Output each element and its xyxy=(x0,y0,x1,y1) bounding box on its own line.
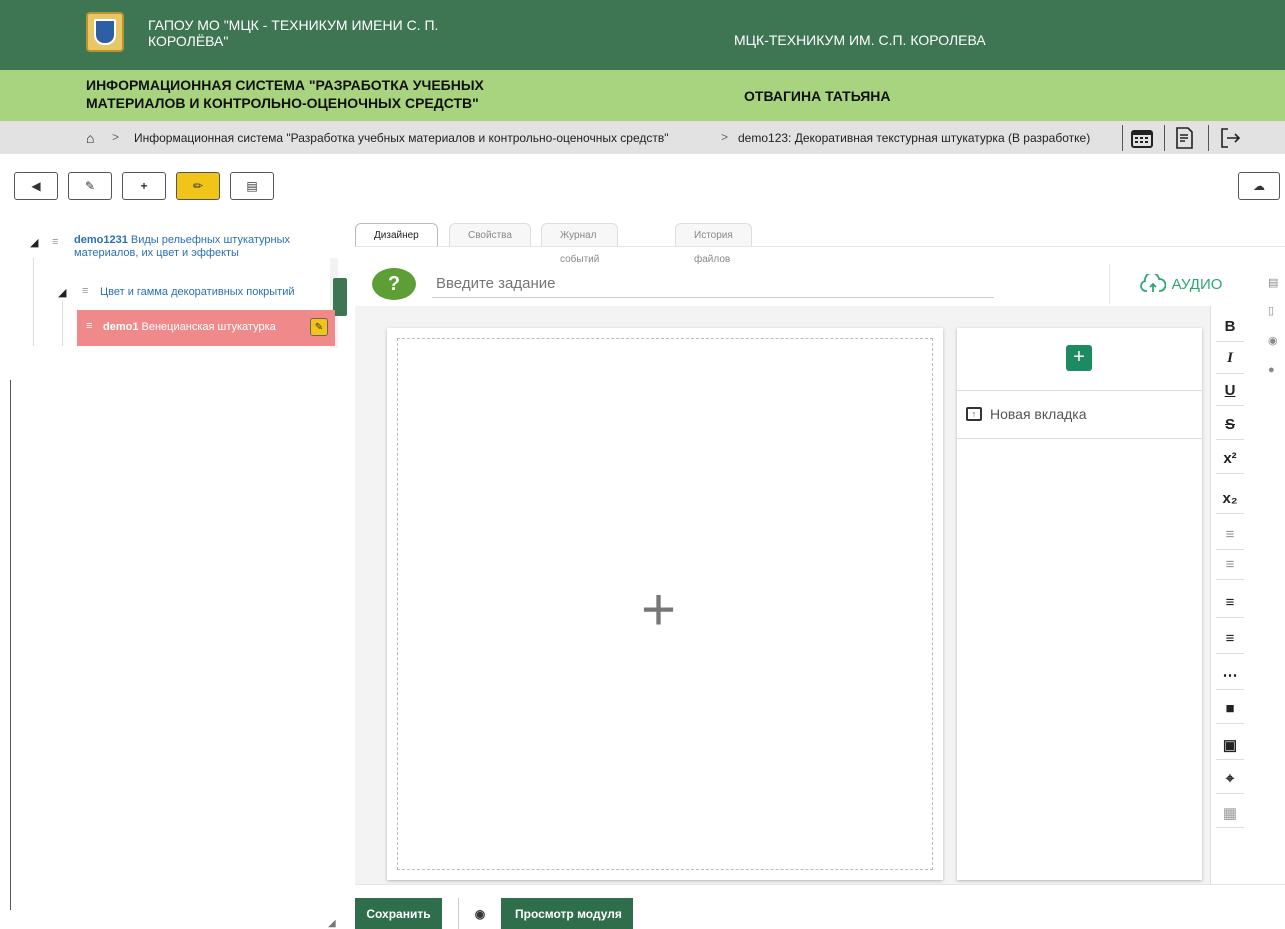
audio-upload-button[interactable]: АУДИО xyxy=(1109,264,1252,304)
question-icon: ? xyxy=(372,268,416,300)
back-button[interactable]: ◀ xyxy=(14,172,58,200)
back-icon: ◀ xyxy=(31,179,41,193)
image-icon: ▣ xyxy=(1222,736,1238,754)
logo xyxy=(86,12,124,52)
insert-table-button[interactable]: ▦ xyxy=(1216,798,1244,828)
resize-handle-icon[interactable]: ◢ xyxy=(328,918,336,929)
divider xyxy=(957,390,1202,391)
folder-icon[interactable]: ▯ xyxy=(1268,304,1274,317)
chevron-right-icon: > xyxy=(721,130,729,144)
divider xyxy=(1122,125,1123,151)
eye-icon[interactable]: ◉ xyxy=(1268,334,1278,347)
tab-event-log[interactable]: Журнал событий xyxy=(541,223,619,265)
tree-item-root[interactable]: demo1231 Виды рельефных штукатурных мате… xyxy=(74,234,314,260)
tab-upload-icon: ↑ xyxy=(966,407,982,421)
pencil-icon: ✎ xyxy=(314,321,324,333)
eye-icon: ◉ xyxy=(459,898,501,929)
panel-toggle[interactable] xyxy=(333,278,347,316)
comment-icon: ■ xyxy=(1225,700,1235,717)
crop-button[interactable]: ⌖ xyxy=(1216,764,1244,794)
add-content-icon[interactable]: + xyxy=(641,580,676,640)
pencil-icon: ✏ xyxy=(192,179,204,193)
divider xyxy=(355,246,1285,247)
org-short-name: МЦК-ТЕХНИКУМ ИМ. С.П. КОРОЛЕВА xyxy=(734,32,986,48)
edit-properties-button[interactable]: ✎ xyxy=(68,172,112,200)
crop-icon: ⌖ xyxy=(1225,770,1235,787)
edit-icon: ✎ xyxy=(84,179,96,193)
ellipsis-icon: ⋯ xyxy=(1222,666,1238,684)
tree-item-code: demo1 xyxy=(103,321,139,333)
table-icon: ▦ xyxy=(1222,804,1238,822)
align-center-button[interactable]: ≡ xyxy=(1216,550,1244,580)
task-input[interactable] xyxy=(432,270,994,298)
tab-file-history[interactable]: История файлов xyxy=(675,223,752,265)
drag-handle-icon[interactable]: ≡ xyxy=(86,320,92,332)
content-tab-item[interactable]: ↑ Новая вкладка xyxy=(966,406,1087,422)
edit-item-button[interactable]: ✎ xyxy=(310,318,328,336)
tree-line xyxy=(62,300,63,346)
underline-button[interactable]: U xyxy=(1216,376,1244,406)
preview-label: Просмотр модуля xyxy=(515,906,622,921)
superscript-button[interactable]: x² xyxy=(1216,444,1244,474)
comment-button[interactable]: ■ xyxy=(1216,694,1244,724)
tree-item-code: demo1231 xyxy=(74,234,128,246)
bold-button[interactable]: B xyxy=(1216,312,1244,342)
tree-item-child[interactable]: Цвет и гамма декоративных покрытий xyxy=(100,286,294,298)
panel-border xyxy=(10,380,11,910)
save-button[interactable]: Сохранить xyxy=(355,898,442,929)
book-icon: ▤ xyxy=(246,179,258,193)
cloud-upload-icon: ☁ xyxy=(1253,179,1265,193)
logout-icon[interactable] xyxy=(1212,123,1248,153)
tree-item-selected-label: demo1 Венецианская штукатурка xyxy=(103,321,276,333)
preview-module-button[interactable]: ◉ Просмотр модуля xyxy=(458,898,633,929)
numbered-list-icon: ≡ xyxy=(1225,630,1235,647)
content-tab-label: Новая вкладка xyxy=(990,406,1087,422)
system-header: ИНФОРМАЦИОННАЯ СИСТЕМА "РАЗРАБОТКА УЧЕБН… xyxy=(0,70,1285,121)
divider xyxy=(1164,125,1165,151)
tree-line xyxy=(33,258,34,346)
add-tab-button[interactable]: + xyxy=(1066,345,1092,371)
home-icon[interactable]: ⌂ xyxy=(86,130,94,146)
cloud-upload-button[interactable]: ☁ xyxy=(1238,172,1280,200)
book-button[interactable]: ▤ xyxy=(230,172,274,200)
italic-button[interactable]: I xyxy=(1216,344,1244,374)
tab-designer[interactable]: Дизайнер xyxy=(355,223,438,247)
strikethrough-button[interactable]: S xyxy=(1216,410,1244,440)
org-title: ГАПОУ МО "МЦК - ТЕХНИКУМ ИМЕНИ С. П. КОР… xyxy=(148,17,439,49)
system-title: ИНФОРМАЦИОННАЯ СИСТЕМА "РАЗРАБОТКА УЧЕБН… xyxy=(86,77,484,111)
tree-item-label: Венецианская штукатурка xyxy=(141,321,276,333)
tree-toggle[interactable]: ◢ xyxy=(58,286,66,299)
bullet-list-icon: ≡ xyxy=(1225,594,1235,611)
breadcrumb-item-current[interactable]: demo123: Декоративная текстурная штукату… xyxy=(738,131,1090,145)
divider xyxy=(1208,125,1209,151)
drag-handle-icon[interactable]: ≡ xyxy=(82,285,88,297)
monitor-icon[interactable]: ▤ xyxy=(1268,276,1278,289)
tab-properties[interactable]: Свойства xyxy=(449,223,531,247)
numbered-list-button[interactable]: ≡ xyxy=(1216,624,1244,654)
align-center-icon: ≡ xyxy=(1225,556,1235,573)
breadcrumb: ⌂ > Информационная система "Разработка у… xyxy=(0,121,1285,154)
audio-label: АУДИО xyxy=(1171,275,1223,293)
breadcrumb-item-system[interactable]: Информационная система "Разработка учебн… xyxy=(134,131,669,145)
insert-image-button[interactable]: ▣ xyxy=(1216,730,1244,760)
divider xyxy=(355,884,1285,885)
divider xyxy=(957,438,1202,439)
document-icon[interactable] xyxy=(1166,123,1202,153)
align-left-icon: ≡ xyxy=(1225,526,1235,543)
calendar-icon[interactable] xyxy=(1124,123,1160,153)
edit-mode-button[interactable]: ✏ xyxy=(176,172,220,200)
tree-toggle[interactable]: ◢ xyxy=(30,236,38,249)
more-button[interactable]: ⋯ xyxy=(1216,660,1244,690)
align-left-button[interactable]: ≡ xyxy=(1216,520,1244,550)
add-button[interactable]: + xyxy=(122,172,166,200)
drag-handle-icon[interactable]: ≡ xyxy=(52,236,58,248)
top-header: ГАПОУ МО "МЦК - ТЕХНИКУМ ИМЕНИ С. П. КОР… xyxy=(0,0,1285,70)
subscript-button[interactable]: x₂ xyxy=(1216,484,1244,514)
bullet-list-button[interactable]: ≡ xyxy=(1216,588,1244,618)
user-name: ОТВАГИНА ТАТЬЯНА xyxy=(744,88,891,104)
plus-icon: + xyxy=(140,179,148,193)
cloud-upload-icon xyxy=(1139,274,1166,292)
chevron-right-icon: > xyxy=(112,130,120,144)
help-icon[interactable]: ● xyxy=(1268,364,1275,376)
